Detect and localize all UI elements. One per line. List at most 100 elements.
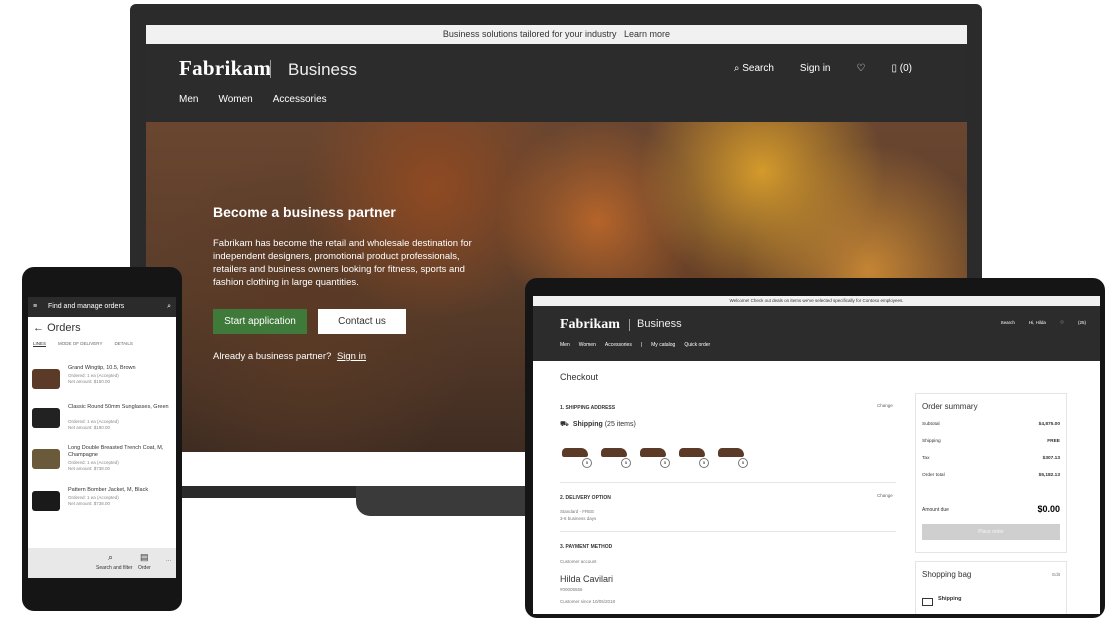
- net-amount: Net amount: $738.00: [68, 466, 111, 471]
- shipping-label: Shipping: [572, 421, 603, 428]
- menu-item-men[interactable]: Men: [179, 94, 198, 105]
- summary-label: Tax: [922, 456, 930, 461]
- signin-link[interactable]: Sign in: [800, 63, 831, 74]
- menu-item-quick-order[interactable]: Quick order: [684, 342, 710, 348]
- phone-screen: ≡ Find and manage orders ⌕ ← Orders LINE…: [28, 297, 176, 578]
- order-line-item[interactable]: Long Double Breasted Trench Coat, M, Cha…: [32, 445, 172, 483]
- quantity-badge: 5: [660, 458, 670, 468]
- search-icon[interactable]: ⌕: [108, 552, 113, 563]
- order-line-item[interactable]: Classic Round 50mm Sunglasses, Green Ord…: [32, 404, 172, 442]
- customer-number: #00005555: [560, 587, 583, 592]
- product-thumbnail: [32, 369, 60, 389]
- search-filter-label[interactable]: Search and filter: [96, 565, 132, 571]
- orders-title: ← Orders: [33, 322, 81, 334]
- payment-method-heading: 3. PAYMENT METHOD: [560, 544, 613, 550]
- brand-divider: [629, 319, 630, 331]
- cart-button[interactable]: ▯ (0): [891, 63, 912, 74]
- customer-since: Customer since 10/05/2018: [560, 599, 616, 604]
- tablet-menu: Men Women Accessories | My catalog Quick…: [560, 342, 710, 348]
- order-summary-panel: Order summary Subtotal $4,875.00 Shipping…: [915, 393, 1067, 553]
- brand-logo[interactable]: Fabrikam: [179, 56, 271, 81]
- order-label[interactable]: Order: [138, 565, 151, 571]
- search-icon: ⌕: [733, 63, 743, 74]
- product-name: Classic Round 50mm Sunglasses, Green: [68, 404, 169, 410]
- promo-text: Business solutions tailored for your ind…: [442, 29, 617, 39]
- product-name: Pattern Bomber Jacket, M, Black: [68, 487, 149, 493]
- welcome-bar: Welcome! Check out deals on items we've …: [533, 296, 1100, 306]
- change-delivery-link[interactable]: Change: [877, 493, 893, 498]
- summary-row-shipping: Shipping FREE: [922, 439, 1060, 444]
- tab-mode-of-delivery[interactable]: MODE OF DELIVERY: [58, 341, 102, 347]
- order-line-item[interactable]: Pattern Bomber Jacket, M, Black Ordered:…: [32, 487, 172, 525]
- tab-lines[interactable]: LINES: [33, 341, 47, 347]
- heart-icon[interactable]: ♡: [1060, 320, 1064, 326]
- order-summary-title: Order summary: [922, 402, 978, 411]
- summary-row-tax: Tax $307.13: [922, 456, 1060, 461]
- customer-account-label: Customer account: [560, 559, 597, 564]
- shipping-summary: ⛟ Shipping (25 items): [560, 420, 636, 429]
- edit-bag-link[interactable]: Edit: [1052, 572, 1060, 577]
- hamburger-icon[interactable]: ≡: [33, 297, 37, 317]
- shopping-bag-title: Shopping bag: [922, 570, 972, 579]
- contact-us-button[interactable]: Contact us: [318, 309, 406, 334]
- phone-header-title: Find and manage orders: [48, 303, 125, 310]
- summary-row-subtotal: Subtotal $4,875.00: [922, 422, 1060, 427]
- more-icon[interactable]: ···: [166, 558, 171, 564]
- main-menu: Men Women Accessories: [179, 94, 327, 105]
- hero-signin-link[interactable]: Sign in: [337, 351, 366, 362]
- order-line-item[interactable]: Grand Wingtip, 10.5, Brown Ordered: 1 ea…: [32, 365, 172, 403]
- search-icon[interactable]: ⌕: [167, 297, 171, 317]
- checkout-title: Checkout: [560, 372, 599, 382]
- product-name: Long Double Breasted Trench Coat, M, Cha…: [68, 445, 164, 458]
- net-amount: Net amount: $738.00: [68, 501, 111, 506]
- product-thumbnail: [32, 408, 60, 428]
- tablet-header-actions: Search Hi, Hilda ♡ (25): [1001, 320, 1086, 326]
- phone-command-bar: ⌕ Search and filter ▤ Order ···: [28, 548, 176, 578]
- place-order-button[interactable]: Place order: [922, 524, 1060, 540]
- tab-details[interactable]: DETAILS: [114, 341, 132, 347]
- truck-icon: ⛟: [560, 421, 569, 428]
- summary-value: FREE: [1047, 439, 1060, 444]
- learn-more-link[interactable]: Learn more: [624, 29, 670, 39]
- net-amount: Net amount: $150.00: [68, 379, 111, 384]
- menu-item-women[interactable]: Women: [218, 94, 252, 105]
- brand-logo[interactable]: Fabrikam: [560, 317, 620, 333]
- start-application-button[interactable]: Start application: [213, 309, 307, 334]
- menu-item-accessories[interactable]: Accessories: [273, 94, 327, 105]
- menu-separator: |: [640, 342, 643, 348]
- cart-count[interactable]: (25): [1078, 320, 1086, 326]
- menu-item-women[interactable]: Women: [579, 342, 596, 348]
- summary-value: $307.13: [1042, 456, 1060, 461]
- quantity-badge: 5: [621, 458, 631, 468]
- product-thumbnail: [32, 491, 60, 511]
- customer-name: Hilda Cavilari: [560, 574, 614, 584]
- menu-item-my-catalog[interactable]: My catalog: [651, 342, 675, 348]
- hero-title: Become a business partner: [213, 204, 396, 220]
- search-link[interactable]: ⌕ Search: [734, 63, 774, 74]
- shipped-item: 5: [679, 448, 709, 468]
- phone-header: ≡ Find and manage orders ⌕: [28, 297, 176, 317]
- amount-due-value: $0.00: [1037, 504, 1060, 514]
- summary-value: $4,875.00: [1038, 422, 1060, 427]
- shipped-item: 5: [718, 448, 748, 468]
- search-link[interactable]: Search: [1001, 320, 1015, 326]
- section-divider: [560, 482, 896, 483]
- site-header: Fabrikam Business ⌕ Search Sign in ♡ ▯ (…: [146, 44, 967, 122]
- change-shipping-link[interactable]: Change: [877, 403, 893, 408]
- menu-item-men[interactable]: Men: [560, 342, 570, 348]
- heart-icon[interactable]: ♡: [857, 63, 866, 74]
- menu-item-accessories[interactable]: Accessories: [605, 342, 632, 348]
- back-arrow-icon[interactable]: ←: [33, 322, 47, 334]
- shipping-address-heading: 1. SHIPPING ADDRESS: [560, 405, 616, 411]
- shipped-item: 5: [601, 448, 631, 468]
- truck-icon: [922, 598, 933, 606]
- tablet-screen: Welcome! Check out deals on items we've …: [533, 296, 1100, 614]
- tablet-header: Fabrikam Business Men Women Accessories …: [533, 306, 1100, 361]
- document-icon[interactable]: ▤: [140, 552, 149, 563]
- shipped-item: 5: [562, 448, 592, 468]
- summary-value: $5,182.13: [1038, 473, 1060, 478]
- brand-divider: [270, 60, 271, 78]
- already-label: Already a business partner?: [213, 351, 332, 362]
- user-menu[interactable]: Hi, Hilda: [1029, 320, 1046, 326]
- orders-label: Orders: [47, 322, 81, 334]
